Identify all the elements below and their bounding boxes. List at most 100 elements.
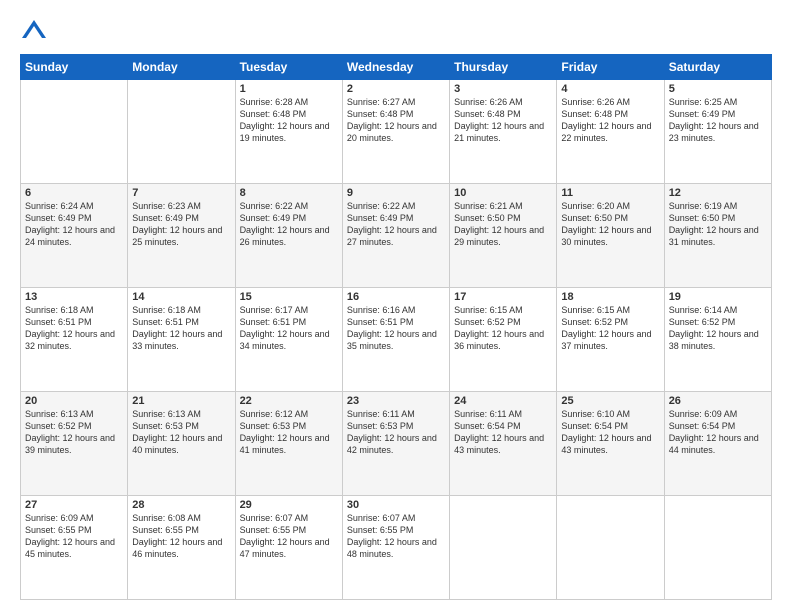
day-info: Sunrise: 6:21 AM Sunset: 6:50 PM Dayligh… [454, 200, 552, 249]
weekday-header-thursday: Thursday [450, 55, 557, 80]
calendar-cell [450, 496, 557, 600]
day-info: Sunrise: 6:13 AM Sunset: 6:52 PM Dayligh… [25, 408, 123, 457]
day-number: 2 [347, 83, 445, 95]
day-info: Sunrise: 6:14 AM Sunset: 6:52 PM Dayligh… [669, 304, 767, 353]
day-info: Sunrise: 6:12 AM Sunset: 6:53 PM Dayligh… [240, 408, 338, 457]
calendar-cell: 10Sunrise: 6:21 AM Sunset: 6:50 PM Dayli… [450, 184, 557, 288]
day-number: 11 [561, 187, 659, 199]
day-info: Sunrise: 6:11 AM Sunset: 6:53 PM Dayligh… [347, 408, 445, 457]
weekday-header-monday: Monday [128, 55, 235, 80]
day-info: Sunrise: 6:10 AM Sunset: 6:54 PM Dayligh… [561, 408, 659, 457]
calendar-cell: 9Sunrise: 6:22 AM Sunset: 6:49 PM Daylig… [342, 184, 449, 288]
day-number: 20 [25, 395, 123, 407]
calendar-cell: 6Sunrise: 6:24 AM Sunset: 6:49 PM Daylig… [21, 184, 128, 288]
day-info: Sunrise: 6:22 AM Sunset: 6:49 PM Dayligh… [240, 200, 338, 249]
weekday-header-sunday: Sunday [21, 55, 128, 80]
day-info: Sunrise: 6:17 AM Sunset: 6:51 PM Dayligh… [240, 304, 338, 353]
weekday-header-saturday: Saturday [664, 55, 771, 80]
day-info: Sunrise: 6:22 AM Sunset: 6:49 PM Dayligh… [347, 200, 445, 249]
day-number: 18 [561, 291, 659, 303]
day-number: 7 [132, 187, 230, 199]
day-info: Sunrise: 6:25 AM Sunset: 6:49 PM Dayligh… [669, 96, 767, 145]
calendar-cell: 27Sunrise: 6:09 AM Sunset: 6:55 PM Dayli… [21, 496, 128, 600]
day-info: Sunrise: 6:15 AM Sunset: 6:52 PM Dayligh… [454, 304, 552, 353]
calendar-cell: 24Sunrise: 6:11 AM Sunset: 6:54 PM Dayli… [450, 392, 557, 496]
day-info: Sunrise: 6:11 AM Sunset: 6:54 PM Dayligh… [454, 408, 552, 457]
day-info: Sunrise: 6:07 AM Sunset: 6:55 PM Dayligh… [347, 512, 445, 561]
day-number: 25 [561, 395, 659, 407]
calendar-cell: 30Sunrise: 6:07 AM Sunset: 6:55 PM Dayli… [342, 496, 449, 600]
calendar-cell [557, 496, 664, 600]
calendar-cell: 22Sunrise: 6:12 AM Sunset: 6:53 PM Dayli… [235, 392, 342, 496]
calendar-cell: 23Sunrise: 6:11 AM Sunset: 6:53 PM Dayli… [342, 392, 449, 496]
day-info: Sunrise: 6:08 AM Sunset: 6:55 PM Dayligh… [132, 512, 230, 561]
day-info: Sunrise: 6:18 AM Sunset: 6:51 PM Dayligh… [132, 304, 230, 353]
calendar-cell: 18Sunrise: 6:15 AM Sunset: 6:52 PM Dayli… [557, 288, 664, 392]
day-info: Sunrise: 6:26 AM Sunset: 6:48 PM Dayligh… [454, 96, 552, 145]
day-number: 6 [25, 187, 123, 199]
calendar-table: SundayMondayTuesdayWednesdayThursdayFrid… [20, 54, 772, 600]
weekday-header-wednesday: Wednesday [342, 55, 449, 80]
day-number: 30 [347, 499, 445, 511]
day-number: 3 [454, 83, 552, 95]
calendar-cell: 15Sunrise: 6:17 AM Sunset: 6:51 PM Dayli… [235, 288, 342, 392]
weekday-header-friday: Friday [557, 55, 664, 80]
calendar-cell: 21Sunrise: 6:13 AM Sunset: 6:53 PM Dayli… [128, 392, 235, 496]
calendar-cell: 2Sunrise: 6:27 AM Sunset: 6:48 PM Daylig… [342, 80, 449, 184]
day-number: 10 [454, 187, 552, 199]
day-number: 13 [25, 291, 123, 303]
day-number: 16 [347, 291, 445, 303]
calendar-cell: 1Sunrise: 6:28 AM Sunset: 6:48 PM Daylig… [235, 80, 342, 184]
calendar-cell [21, 80, 128, 184]
calendar-cell: 7Sunrise: 6:23 AM Sunset: 6:49 PM Daylig… [128, 184, 235, 288]
day-info: Sunrise: 6:24 AM Sunset: 6:49 PM Dayligh… [25, 200, 123, 249]
calendar-cell: 17Sunrise: 6:15 AM Sunset: 6:52 PM Dayli… [450, 288, 557, 392]
day-number: 14 [132, 291, 230, 303]
calendar-cell: 11Sunrise: 6:20 AM Sunset: 6:50 PM Dayli… [557, 184, 664, 288]
day-info: Sunrise: 6:27 AM Sunset: 6:48 PM Dayligh… [347, 96, 445, 145]
calendar-cell: 25Sunrise: 6:10 AM Sunset: 6:54 PM Dayli… [557, 392, 664, 496]
day-number: 22 [240, 395, 338, 407]
day-info: Sunrise: 6:09 AM Sunset: 6:55 PM Dayligh… [25, 512, 123, 561]
day-info: Sunrise: 6:19 AM Sunset: 6:50 PM Dayligh… [669, 200, 767, 249]
day-info: Sunrise: 6:20 AM Sunset: 6:50 PM Dayligh… [561, 200, 659, 249]
calendar-cell: 16Sunrise: 6:16 AM Sunset: 6:51 PM Dayli… [342, 288, 449, 392]
calendar-cell: 5Sunrise: 6:25 AM Sunset: 6:49 PM Daylig… [664, 80, 771, 184]
calendar-cell [128, 80, 235, 184]
day-number: 19 [669, 291, 767, 303]
calendar-cell: 4Sunrise: 6:26 AM Sunset: 6:48 PM Daylig… [557, 80, 664, 184]
day-number: 15 [240, 291, 338, 303]
calendar-cell: 12Sunrise: 6:19 AM Sunset: 6:50 PM Dayli… [664, 184, 771, 288]
day-info: Sunrise: 6:13 AM Sunset: 6:53 PM Dayligh… [132, 408, 230, 457]
day-number: 5 [669, 83, 767, 95]
day-info: Sunrise: 6:28 AM Sunset: 6:48 PM Dayligh… [240, 96, 338, 145]
day-number: 1 [240, 83, 338, 95]
calendar-cell: 3Sunrise: 6:26 AM Sunset: 6:48 PM Daylig… [450, 80, 557, 184]
calendar-cell: 26Sunrise: 6:09 AM Sunset: 6:54 PM Dayli… [664, 392, 771, 496]
header [20, 16, 772, 44]
day-number: 29 [240, 499, 338, 511]
day-info: Sunrise: 6:26 AM Sunset: 6:48 PM Dayligh… [561, 96, 659, 145]
calendar-cell: 14Sunrise: 6:18 AM Sunset: 6:51 PM Dayli… [128, 288, 235, 392]
calendar-cell: 28Sunrise: 6:08 AM Sunset: 6:55 PM Dayli… [128, 496, 235, 600]
day-info: Sunrise: 6:09 AM Sunset: 6:54 PM Dayligh… [669, 408, 767, 457]
logo [20, 16, 52, 44]
day-number: 12 [669, 187, 767, 199]
day-number: 28 [132, 499, 230, 511]
day-number: 9 [347, 187, 445, 199]
day-number: 17 [454, 291, 552, 303]
calendar-cell: 8Sunrise: 6:22 AM Sunset: 6:49 PM Daylig… [235, 184, 342, 288]
calendar-cell: 20Sunrise: 6:13 AM Sunset: 6:52 PM Dayli… [21, 392, 128, 496]
calendar-cell: 19Sunrise: 6:14 AM Sunset: 6:52 PM Dayli… [664, 288, 771, 392]
day-info: Sunrise: 6:15 AM Sunset: 6:52 PM Dayligh… [561, 304, 659, 353]
day-number: 24 [454, 395, 552, 407]
day-info: Sunrise: 6:18 AM Sunset: 6:51 PM Dayligh… [25, 304, 123, 353]
calendar-cell: 13Sunrise: 6:18 AM Sunset: 6:51 PM Dayli… [21, 288, 128, 392]
day-info: Sunrise: 6:23 AM Sunset: 6:49 PM Dayligh… [132, 200, 230, 249]
logo-icon [20, 16, 48, 44]
day-number: 27 [25, 499, 123, 511]
day-number: 21 [132, 395, 230, 407]
day-number: 26 [669, 395, 767, 407]
calendar-cell [664, 496, 771, 600]
day-info: Sunrise: 6:07 AM Sunset: 6:55 PM Dayligh… [240, 512, 338, 561]
